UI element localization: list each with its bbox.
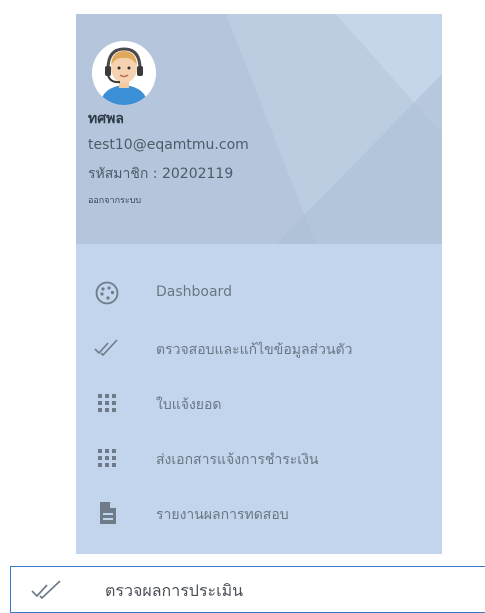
sidebar: ทศพล test10@eqamtmu.com รหัสมาชิก : 2020… [76, 14, 442, 554]
profile-email: test10@eqamtmu.com [88, 137, 249, 153]
document-icon [100, 502, 116, 524]
member-id-label: รหัสมาชิก : [88, 166, 162, 182]
double-check-icon [94, 339, 118, 357]
menu-item-label: ตรวจผลการประเมิน [105, 581, 244, 600]
member-id-row: รหัสมาชิก : 20202119 [88, 163, 233, 185]
menu-item-label: ตรวจสอบและแก้ไขข้อมูลส่วนตัว [156, 342, 353, 358]
menu-item-label: ใบแจ้งยอด [156, 397, 222, 413]
grid-icon [98, 394, 116, 412]
double-check-icon [31, 580, 61, 600]
palette-icon [95, 281, 119, 305]
profile-name: ทศพล [88, 111, 124, 127]
menu-item-label: รายงานผลการทดสอบ [156, 507, 289, 523]
menu-item-profile-edit[interactable]: ตรวจสอบและแก้ไขข้อมูลส่วนตัว [76, 326, 442, 370]
menu-item-assessment-results[interactable]: ตรวจผลการประเมิน [10, 566, 485, 613]
menu-item-dashboard[interactable]: Dashboard [76, 271, 442, 315]
menu-item-statement[interactable]: ใบแจ้งยอด [76, 381, 442, 425]
menu-item-label: ส่งเอกสารแจ้งการชำระเงิน [156, 452, 319, 468]
support-agent-avatar [92, 41, 156, 105]
member-id-value: 20202119 [161, 166, 234, 182]
menu-item-payment-docs[interactable]: ส่งเอกสารแจ้งการชำระเงิน [76, 436, 442, 480]
avatar[interactable] [92, 41, 156, 105]
logout-link[interactable]: ออกจากระบบ [88, 193, 141, 207]
menu-item-test-report[interactable]: รายงานผลการทดสอบ [76, 491, 442, 535]
profile-panel: ทศพล test10@eqamtmu.com รหัสมาชิก : 2020… [76, 14, 442, 244]
menu-item-label: Dashboard [156, 284, 232, 300]
grid-icon [98, 449, 116, 467]
